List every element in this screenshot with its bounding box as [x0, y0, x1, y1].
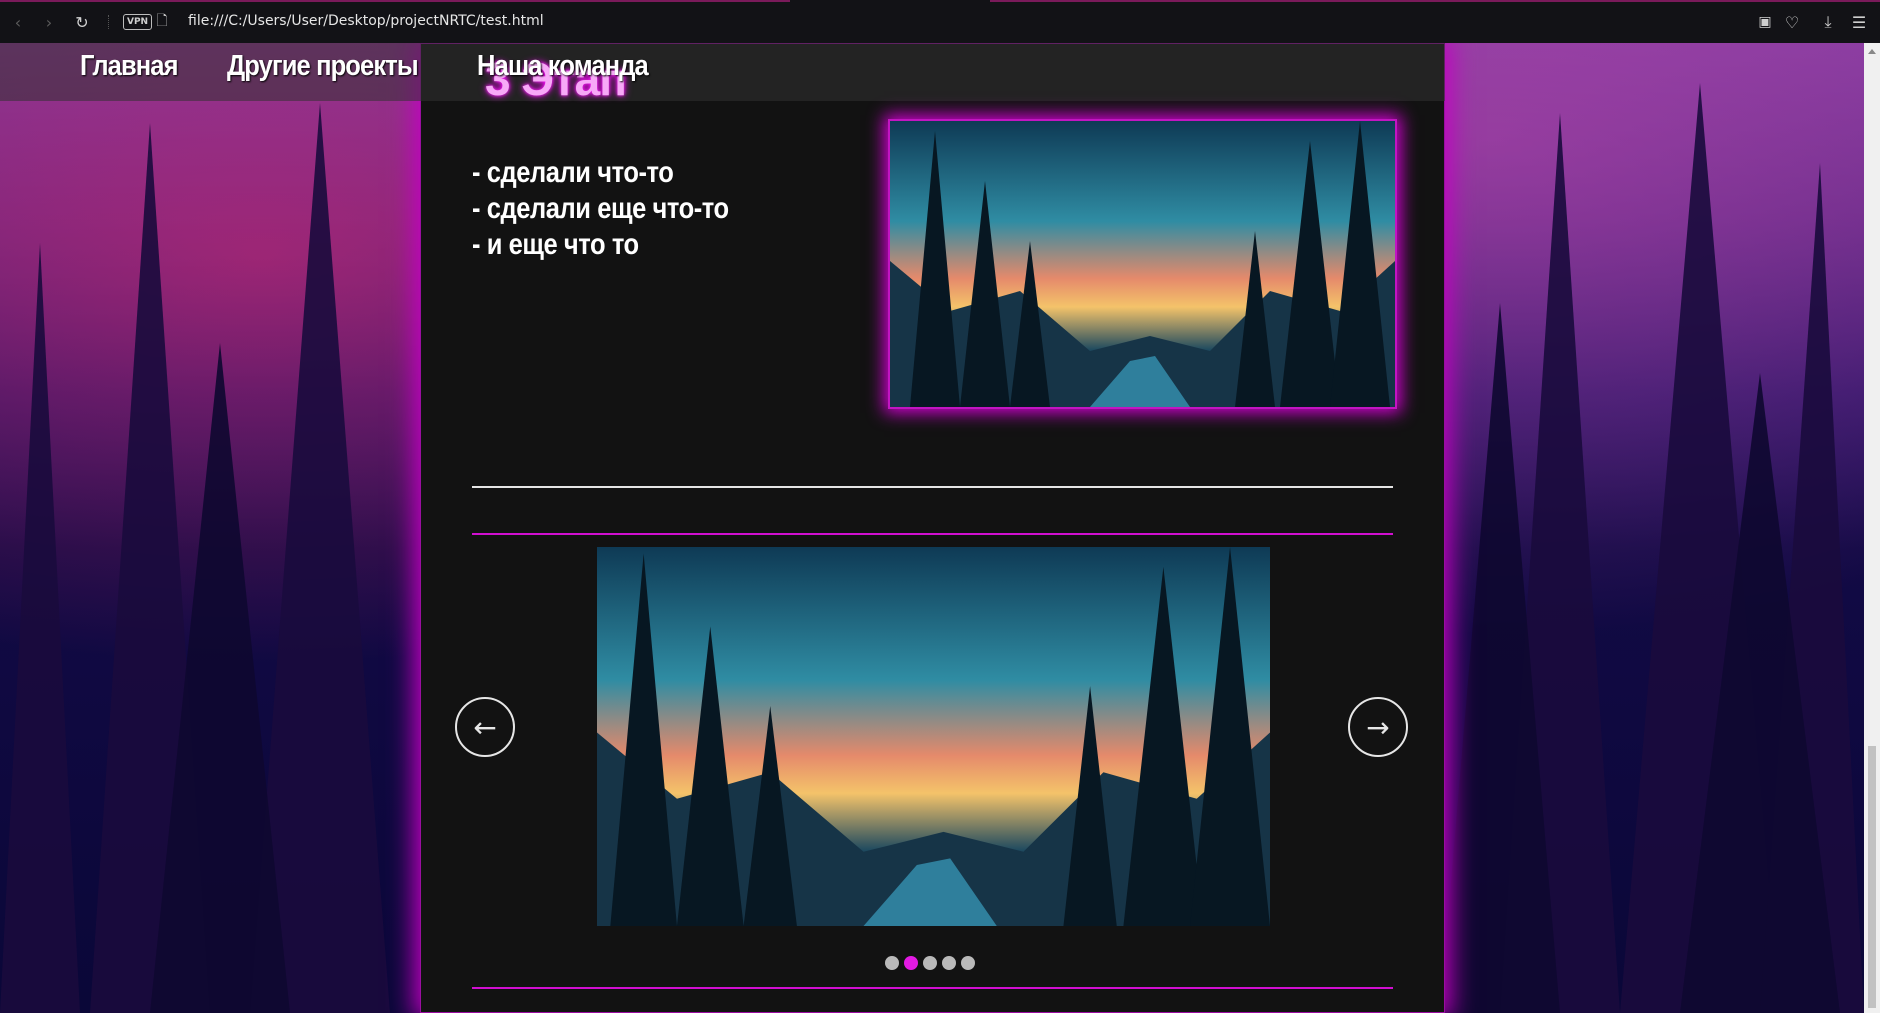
nav-link-projects[interactable]: Другие проекты: [227, 50, 419, 83]
back-icon[interactable]: ‹: [8, 12, 28, 32]
slider-dot[interactable]: [961, 956, 975, 970]
slider-dot[interactable]: [942, 956, 956, 970]
reload-icon[interactable]: ↻: [72, 12, 92, 32]
menu-icon[interactable]: ☰: [1849, 12, 1869, 32]
bullet-item: - сделали еще что-то: [472, 192, 729, 225]
slider-top-border: [472, 533, 1393, 535]
toolbar-divider: [108, 15, 110, 29]
bullet-item: - сделали что-то: [472, 156, 674, 189]
arrow-left-icon: ←: [473, 710, 497, 744]
slider-pagination: [885, 956, 975, 970]
tab-indicator: [0, 0, 790, 2]
slider-dot[interactable]: [923, 956, 937, 970]
download-icon[interactable]: ⤓: [1818, 12, 1838, 32]
heart-icon[interactable]: ♡: [1782, 12, 1802, 32]
page-icon: 🗋: [156, 13, 168, 29]
slider-bottom-border: [472, 987, 1393, 989]
browser-toolbar: ‹ › ↻ VPN 🗋 file:///C:/Users/User/Deskto…: [0, 0, 1880, 43]
slider-next-button[interactable]: →: [1348, 697, 1408, 757]
address-bar[interactable]: file:///C:/Users/User/Desktop/projectNRT…: [188, 13, 544, 29]
forward-icon[interactable]: ›: [39, 12, 59, 32]
scrollbar-thumb[interactable]: [1868, 746, 1876, 1008]
slider-prev-button[interactable]: ←: [455, 697, 515, 757]
bullet-item: - и еще что то: [472, 228, 639, 261]
page-scrollbar[interactable]: [1864, 43, 1880, 1013]
scroll-up-icon[interactable]: [1868, 49, 1876, 54]
nav-link-home[interactable]: Главная: [80, 50, 179, 83]
slider-dot[interactable]: [885, 956, 899, 970]
slider-image: [597, 547, 1270, 926]
arrow-right-icon: →: [1366, 710, 1390, 744]
stage-description: - сделали что-то - сделали еще что-то - …: [472, 155, 729, 263]
nav-link-team[interactable]: Наша команда: [477, 50, 649, 83]
tab-indicator: [990, 0, 1880, 2]
top-navbar: [0, 43, 1445, 101]
camera-icon[interactable]: ▣: [1755, 12, 1775, 32]
slider-dot-active[interactable]: [904, 956, 918, 970]
section-divider: [472, 486, 1393, 488]
vpn-badge[interactable]: VPN: [123, 14, 153, 30]
stage-image: [888, 119, 1397, 409]
